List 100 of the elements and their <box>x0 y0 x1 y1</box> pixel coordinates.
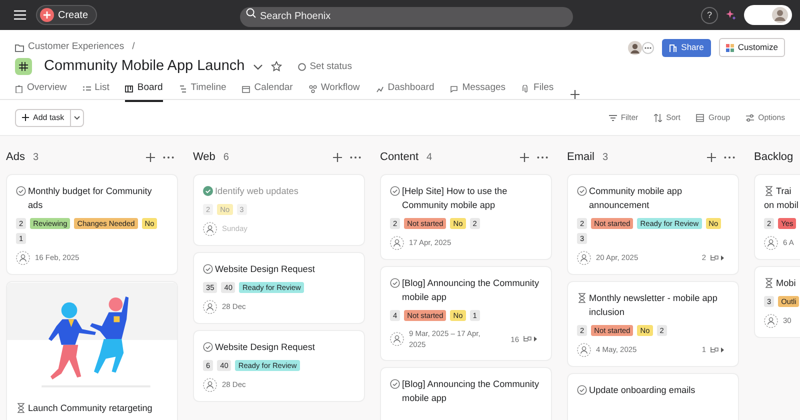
task-card[interactable]: Update onboarding emails <box>567 373 739 420</box>
assignee-icon[interactable] <box>203 300 217 314</box>
task-card[interactable]: Launch Community retargeting <box>6 281 178 420</box>
plus-icon[interactable] <box>146 152 155 162</box>
customize-button[interactable]: Customize <box>718 38 785 57</box>
group-icon <box>696 114 704 122</box>
profile-button[interactable] <box>744 5 792 25</box>
check-circle-icon <box>390 278 400 288</box>
help-button[interactable]: ? <box>701 6 718 24</box>
view-tab[interactable]: Files <box>522 81 554 102</box>
plus-icon <box>22 114 29 121</box>
avatar-icon <box>628 40 642 54</box>
column-title: Ads <box>6 150 25 165</box>
board-icon <box>125 84 134 93</box>
star-icon[interactable] <box>270 61 282 72</box>
subtask-icon[interactable] <box>523 335 538 344</box>
hourglass-icon <box>16 403 26 413</box>
breadcrumb-link[interactable]: Customer Experiences <box>28 40 124 55</box>
task-title: Monthly newsletter - mobile app inclusion <box>589 292 718 319</box>
subtask-icon[interactable] <box>710 346 725 354</box>
task-title: Community mobile app announcement <box>589 185 683 212</box>
column-count: 4 <box>426 150 432 164</box>
clipboard-icon <box>15 84 23 93</box>
menu-icon[interactable] <box>14 10 26 20</box>
column-title: Email <box>567 150 595 165</box>
task-title: Monthly budget for Community ads <box>28 185 153 212</box>
dropdown-button[interactable] <box>71 108 84 126</box>
add-tab-icon[interactable] <box>570 88 580 102</box>
subtask-icon[interactable] <box>710 254 725 262</box>
assignee-icon[interactable] <box>203 378 217 392</box>
column-count: 3 <box>32 150 39 164</box>
search-field[interactable]: Search Phoenix <box>240 6 574 26</box>
assignee-icon[interactable] <box>203 222 217 236</box>
view-tab[interactable]: Messages <box>450 81 506 102</box>
check-circle-icon <box>390 378 400 388</box>
task-title: Update onboarding emails <box>589 384 696 397</box>
view-tab[interactable]: List <box>82 81 110 102</box>
check-circle-icon <box>390 186 400 196</box>
sliders-icon <box>746 114 754 122</box>
assignee-icon[interactable] <box>577 343 591 357</box>
assignee-icon[interactable] <box>390 332 404 346</box>
plus-icon[interactable] <box>707 152 716 162</box>
task-card[interactable]: [Blog] Announcing the Community mobile app <box>380 366 552 420</box>
view-tab[interactable]: Calendar <box>242 81 293 102</box>
plus-icon <box>40 8 54 22</box>
task-title: Launch Community retargeting <box>28 402 152 415</box>
view-tab[interactable]: Overview <box>15 81 67 102</box>
check-circle-icon <box>203 342 213 352</box>
column-count: 3 <box>602 150 608 164</box>
hourglass-icon <box>577 293 587 303</box>
view-tab[interactable]: Board <box>125 81 163 102</box>
sort-icon <box>654 114 662 122</box>
task-title: Mobi <box>776 277 796 290</box>
filter-icon <box>608 114 617 122</box>
building-icon <box>669 44 678 52</box>
breadcrumb-separator: / <box>132 40 135 54</box>
more-icon[interactable] <box>163 156 174 158</box>
title-line: on mobil <box>764 199 800 212</box>
complete-check-icon <box>203 186 213 196</box>
column-title: Content <box>380 150 419 165</box>
assignee-icon[interactable] <box>764 236 778 250</box>
check-circle-icon <box>577 385 587 395</box>
task-title: Identify web updates <box>215 185 298 198</box>
caret-icon[interactable] <box>252 64 263 70</box>
hourglass-icon <box>764 186 774 196</box>
more-icon[interactable] <box>537 156 548 158</box>
view-tab[interactable]: Workflow <box>308 81 360 102</box>
workflow-icon <box>308 84 317 93</box>
share-button[interactable]: Share <box>662 38 711 56</box>
assignee-icon[interactable] <box>390 236 404 250</box>
column-title: Web <box>193 150 216 165</box>
task-title: Website Design Request <box>215 263 315 276</box>
caret-icon <box>74 116 80 120</box>
task-title: [Help Site] How to use the Community mobile app <box>402 185 508 212</box>
more-icon[interactable] <box>724 156 735 158</box>
check-circle-icon <box>16 186 26 196</box>
view-tab[interactable]: Timeline <box>178 81 226 102</box>
view-tab[interactable]: Dashboard <box>376 81 434 102</box>
plus-icon[interactable] <box>333 152 342 162</box>
hourglass-icon <box>764 278 774 288</box>
speech-bubble-icon <box>450 84 458 93</box>
set-status-button[interactable]: Set status <box>298 60 352 74</box>
column-title: Backlog <box>754 150 794 165</box>
check-circle-icon <box>203 264 213 274</box>
grid-icon <box>726 44 734 52</box>
task-title: [Blog] Announcing the Community mobile app <box>402 277 540 304</box>
assignee-icon[interactable] <box>16 251 30 265</box>
more-icon[interactable] <box>350 156 361 158</box>
plus-icon[interactable] <box>520 152 529 162</box>
project-title: Community Mobile App Launch <box>44 58 245 76</box>
task-title: [Blog] Announcing the Community mobile app <box>402 378 540 404</box>
hash-icon <box>19 62 28 72</box>
timeline-icon <box>178 84 187 93</box>
calendar-icon <box>242 84 250 93</box>
sparkle-icon[interactable] <box>726 10 736 20</box>
assignee-icon[interactable] <box>577 251 591 265</box>
assignee-icon[interactable] <box>764 314 778 328</box>
add-task-button[interactable]: Add task <box>15 108 72 126</box>
task-title: Website Design Request <box>215 341 315 354</box>
create-button[interactable]: Create <box>36 5 98 25</box>
